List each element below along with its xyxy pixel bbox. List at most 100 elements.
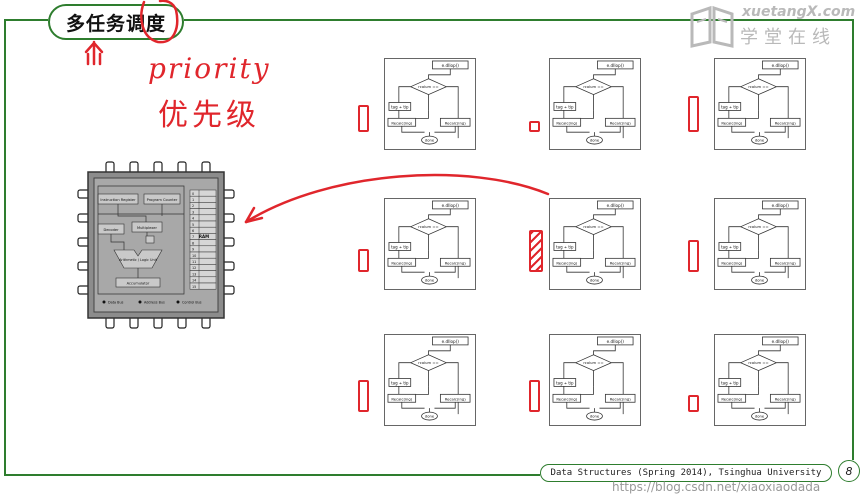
task-flowchart: e.dllop() rcolum == tag ÷ tip Recalc(ing) Re… [717, 60, 801, 145]
flow-edge [758, 344, 781, 355]
task-card[interactable]: e.dllop() rcolum == tag ÷ tip Recalc(ing) Re… [549, 198, 641, 290]
cpu-chip-diagram: Instruction Register Program Counter Dec… [77, 161, 235, 329]
priority-bar [358, 380, 369, 412]
task-card[interactable]: e.dllop() rcolum == tag ÷ tip Recalc(ing) Re… [384, 198, 476, 290]
flow-edge [593, 344, 616, 355]
flow-left-label: Recalc(ing) [556, 397, 577, 401]
ram-row-label: 7 [192, 235, 194, 239]
page-number: 8 [838, 460, 860, 482]
flow-left-label: Recalc(ing) [391, 397, 412, 401]
flow-edge [428, 226, 459, 279]
flow-right-label: Recalc(ing) [610, 261, 631, 265]
flow-start-label: e.dllop() [607, 203, 625, 208]
flow-edge [758, 86, 789, 139]
flow-decision-label: rcolum == [583, 85, 603, 89]
flow-decision-label: rcolum == [418, 85, 438, 89]
flow-edge [593, 208, 616, 219]
ram-row-label: 5 [192, 223, 194, 227]
flow-start-label: e.dllop() [607, 339, 625, 344]
flow-start-label: e.dllop() [772, 63, 790, 68]
priority-bar [688, 96, 699, 132]
flow-left-label: Recalc(ing) [391, 121, 412, 125]
flow-decision-label: rcolum == [748, 85, 768, 89]
priority-annotation: priority [148, 52, 271, 85]
flow-process-label: tag ÷ tip [391, 104, 409, 109]
flow-edge [593, 86, 624, 139]
task-card[interactable]: e.dllop() rcolum == tag ÷ tip Recalc(ing) Re… [549, 334, 641, 426]
frame-left-top-line [4, 19, 48, 21]
flow-end-label: done [425, 139, 435, 143]
task-card[interactable]: e.dllop() rcolum == tag ÷ tip Recalc(ing) Re… [714, 198, 806, 290]
ram-row-label: 1 [192, 198, 194, 202]
flow-right-label: Recalc(ing) [445, 121, 466, 125]
slide-canvas: 多任务调度 xuetangX.com 学堂在线 priority 优先级 Ins… [0, 0, 868, 497]
task-card[interactable]: e.dllop() rcolum == tag ÷ tip Recalc(ing) Re… [384, 334, 476, 426]
flow-edge [428, 344, 451, 355]
task-card[interactable]: e.dllop() rcolum == tag ÷ tip Recalc(ing) Re… [714, 334, 806, 426]
flow-end-label: done [755, 415, 765, 419]
program-counter-label: Program Counter [147, 198, 178, 202]
flow-end-label: done [425, 415, 435, 419]
flow-edge [728, 362, 741, 379]
task-flowchart: e.dllop() rcolum == tag ÷ tip Recalc(ing) Re… [387, 60, 471, 145]
small-box [145, 235, 155, 244]
flow-right-label: Recalc(ing) [775, 397, 796, 401]
up-arrow-annotation [84, 40, 104, 66]
data-bus-label: Data Bus [108, 301, 124, 305]
ram-row-label: 10 [192, 254, 196, 258]
flow-edge [563, 226, 576, 243]
flow-edge [758, 208, 781, 219]
priority-bar [688, 395, 699, 412]
flow-process-label: tag ÷ tip [391, 380, 409, 385]
flow-start-label: e.dllop() [442, 63, 460, 68]
flow-edge [563, 362, 576, 379]
ram-row-label: 2 [192, 204, 194, 208]
flow-start-label: e.dllop() [442, 339, 460, 344]
flow-edge [593, 68, 616, 79]
flow-right-label: Recalc(ing) [610, 397, 631, 401]
instruction-register-label: Instruction Register [100, 198, 136, 202]
flow-end-label: done [425, 279, 435, 283]
flow-end-label: done [755, 139, 765, 143]
accumulator-label: Accumulator [127, 282, 150, 286]
flow-right-label: Recalc(ing) [445, 261, 466, 265]
flow-process-label: tag ÷ tip [721, 380, 739, 385]
flow-process-label: tag ÷ tip [721, 244, 739, 249]
alu-label: Arithmetic / Logic Unit [119, 258, 157, 262]
task-card[interactable]: e.dllop() rcolum == tag ÷ tip Recalc(ing) Re… [549, 58, 641, 150]
priority-bar [529, 121, 540, 132]
flow-edge [428, 86, 459, 139]
flow-decision-label: rcolum == [748, 225, 768, 229]
priority-bar [358, 105, 369, 132]
flow-process-label: tag ÷ tip [391, 244, 409, 249]
flow-edge [728, 226, 741, 243]
multiplexer-label: Multiplexer [137, 226, 157, 230]
ram-row-label: 8 [192, 241, 194, 245]
flow-left-label: Recalc(ing) [721, 121, 742, 125]
task-card[interactable]: e.dllop() rcolum == tag ÷ tip Recalc(ing) Re… [714, 58, 806, 150]
xuetangx-logo: xuetangX.com 学堂在线 [688, 2, 863, 50]
flow-edge [398, 362, 411, 379]
address-bus-icon [138, 300, 142, 304]
flow-start-label: e.dllop() [442, 203, 460, 208]
ram-row-label: 14 [192, 279, 196, 283]
logo-text-en: xuetangX.com [742, 4, 856, 20]
flow-edge [398, 86, 411, 103]
task-card[interactable]: e.dllop() rcolum == tag ÷ tip Recalc(ing) Re… [384, 58, 476, 150]
flow-edge [428, 362, 459, 415]
flow-right-label: Recalc(ing) [610, 121, 631, 125]
book-icon [690, 5, 734, 48]
flow-decision-label: rcolum == [583, 361, 603, 365]
ram-row-label: 4 [192, 217, 194, 221]
flow-left-label: Recalc(ing) [391, 261, 412, 265]
priority-bar [358, 249, 369, 272]
flow-decision-label: rcolum == [418, 225, 438, 229]
flow-edge [593, 362, 624, 415]
flow-right-label: Recalc(ing) [445, 397, 466, 401]
task-flowchart: e.dllop() rcolum == tag ÷ tip Recalc(ing) Re… [552, 60, 636, 145]
control-bus-icon [176, 300, 180, 304]
flow-left-label: Recalc(ing) [721, 261, 742, 265]
flow-decision-label: rcolum == [583, 225, 603, 229]
frame-bottom-line [4, 474, 540, 476]
task-flowchart: e.dllop() rcolum == tag ÷ tip Recalc(ing) Re… [717, 200, 801, 285]
